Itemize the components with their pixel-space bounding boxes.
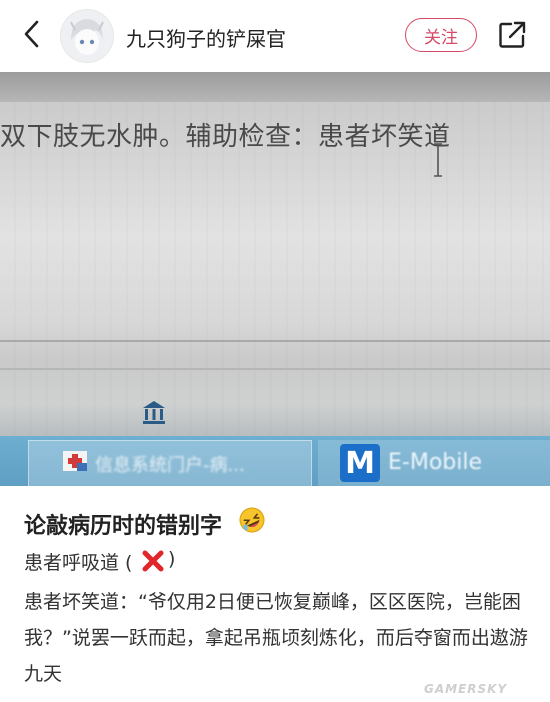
bank-icon — [140, 398, 168, 426]
divider — [0, 368, 550, 370]
back-icon[interactable] — [18, 20, 46, 48]
taskbar-item-label: E-Mobile — [388, 450, 483, 475]
taskbar-item-portal[interactable]: 信息系统门户-病... — [28, 440, 312, 486]
rolling-laugh-emoji-icon — [238, 506, 266, 534]
post-line-1-end: ) — [168, 548, 176, 570]
watermark: GAMERSKY — [424, 682, 508, 696]
post-title: 论敲病历时的错别字 — [24, 514, 223, 539]
share-icon[interactable] — [497, 20, 527, 50]
post-line-2: 患者坏笑道：“爷仅用2日便已恢复巅峰，区区医院，岂能困我？”说罢一跃而起，拿起吊… — [24, 591, 528, 685]
post-line-1: 患者呼吸道 ( — [24, 552, 133, 574]
taskbar-item-emobile[interactable]: M E-Mobile — [318, 440, 550, 486]
window-top-bar — [0, 72, 550, 102]
text-cursor-icon — [432, 142, 444, 178]
hospital-cross-icon — [61, 447, 89, 475]
divider — [0, 340, 550, 342]
header-bar: 九只狗子的铲屎官 关注 — [0, 0, 550, 70]
emobile-icon: M — [340, 444, 380, 482]
red-x-icon — [142, 550, 164, 572]
avatar[interactable] — [60, 9, 114, 63]
document-text: 双下肢无水肿。辅助检查：患者坏笑道 — [0, 122, 451, 152]
username[interactable]: 九只狗子的铲屎官 — [126, 23, 286, 52]
post-photo[interactable]: 双下肢无水肿。辅助检查：患者坏笑道 信息系统门户-病... M E-Mobile — [0, 72, 550, 486]
taskbar-item-label: 信息系统门户-病... — [95, 455, 245, 476]
follow-button[interactable]: 关注 — [405, 18, 477, 52]
